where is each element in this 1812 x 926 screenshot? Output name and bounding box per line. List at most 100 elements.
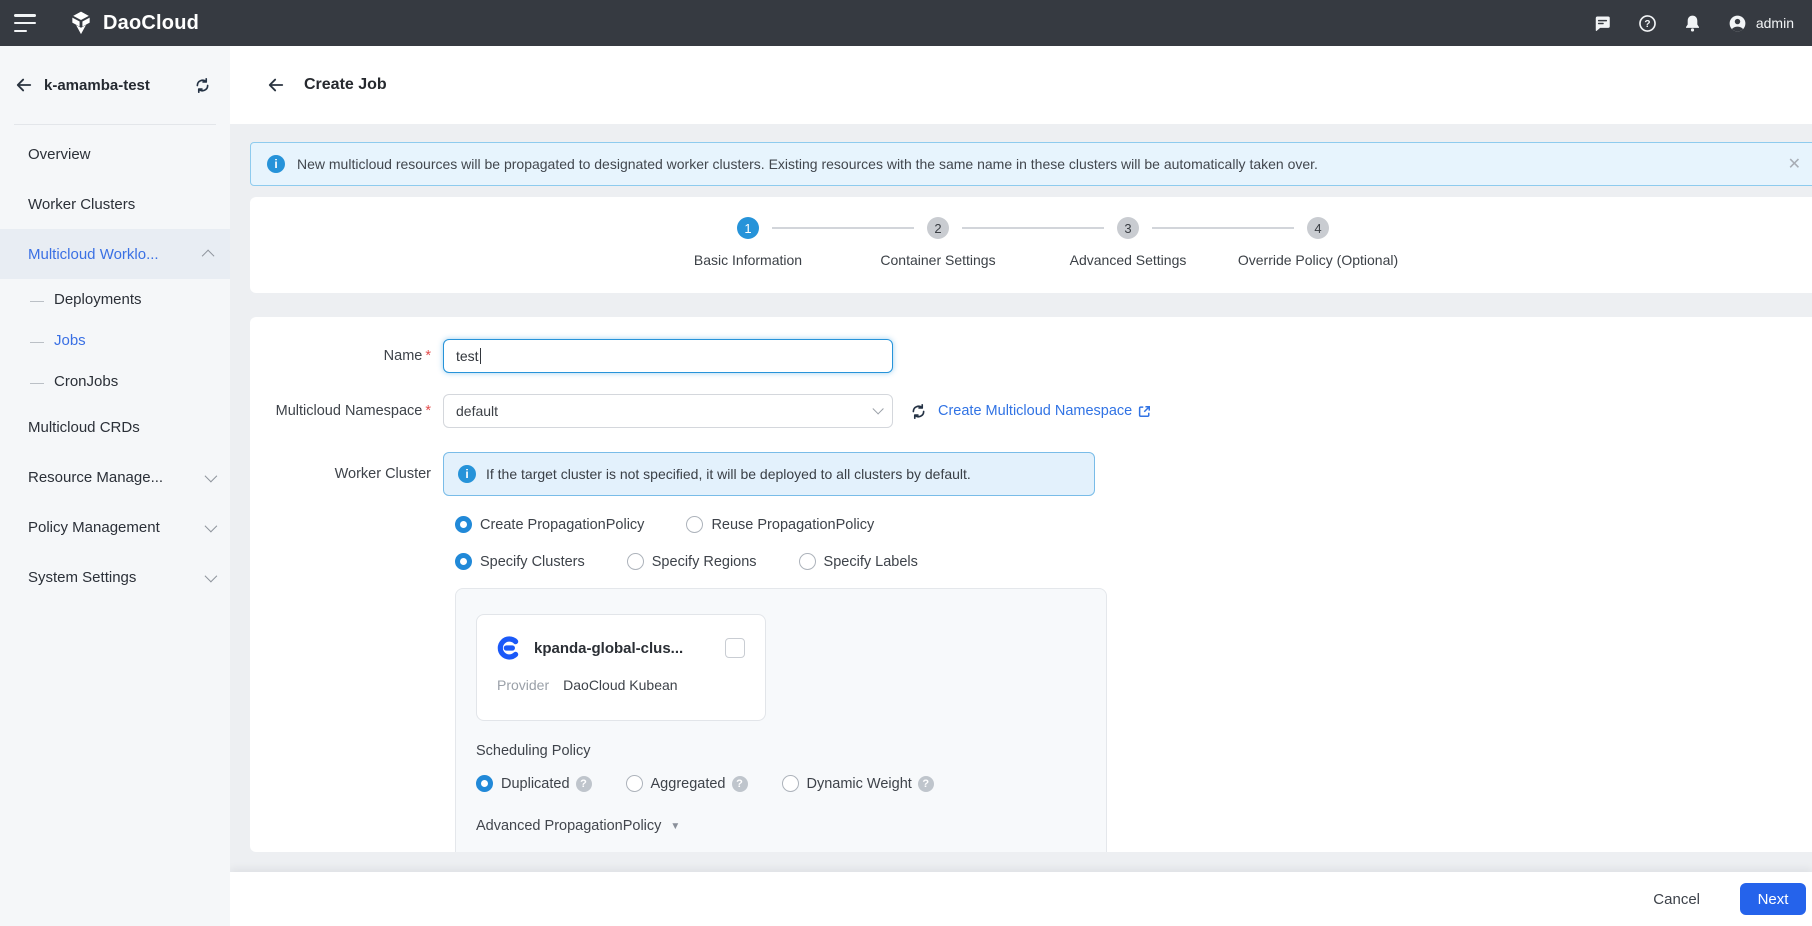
user-menu[interactable]: admin — [1727, 13, 1794, 34]
dash-icon: — — [30, 292, 44, 308]
worker-cluster-row: Worker Cluster i If the target cluster i… — [250, 452, 1812, 496]
sidebar-item-label: Overview — [28, 146, 91, 163]
step-container-settings: 2 Container Settings — [843, 217, 1033, 268]
scheduling-policy-label: Scheduling Policy — [476, 743, 1086, 759]
sidebar-item-resource-management[interactable]: Resource Manage... — [0, 452, 230, 502]
sidebar-item-cronjobs[interactable]: — CronJobs — [0, 361, 230, 402]
provider-value: DaoCloud Kubean — [563, 677, 677, 693]
sidebar-item-label: System Settings — [28, 569, 136, 586]
sidebar-item-jobs[interactable]: —Jobs — [0, 320, 230, 361]
advanced-propagationpolicy-toggle[interactable]: Advanced PropagationPolicy ▼ — [476, 818, 1086, 834]
option-dynamic-weight[interactable]: Dynamic Weight ? — [782, 775, 934, 792]
help-circle-icon[interactable]: ? — [732, 776, 748, 792]
stepper: 1 Basic Information 2 Container Settings… — [250, 197, 1812, 293]
radio-label: Specify Clusters — [480, 554, 585, 570]
step-number: 2 — [927, 217, 949, 239]
main-area: Create Job i New multicloud resources wi… — [230, 46, 1812, 926]
sidebar-item-label: Deployments — [54, 291, 142, 308]
radio-icon[interactable] — [782, 775, 799, 792]
back-icon[interactable] — [266, 75, 286, 95]
radio-selected-icon[interactable] — [476, 775, 493, 792]
option-specify-clusters[interactable]: Specify Clusters — [455, 553, 585, 570]
option-specify-labels[interactable]: Specify Labels — [799, 553, 918, 570]
chevron-down-icon — [205, 469, 218, 482]
hint-text: If the target cluster is not specified, … — [486, 466, 971, 482]
page-title: Create Job — [304, 76, 387, 94]
content: i New multicloud resources will be propa… — [230, 142, 1812, 852]
avatar-icon — [1727, 13, 1748, 34]
step-number: 4 — [1307, 217, 1329, 239]
sidebar-item-label: Resource Manage... — [28, 469, 163, 486]
radio-icon[interactable] — [627, 553, 644, 570]
help-circle-icon[interactable]: ? — [918, 776, 934, 792]
help-circle-icon[interactable]: ? — [576, 776, 592, 792]
refresh-icon[interactable] — [909, 402, 928, 421]
radio-icon[interactable] — [686, 516, 703, 533]
info-icon: i — [458, 465, 476, 483]
cluster-checkbox[interactable] — [725, 638, 745, 658]
back-icon[interactable] — [14, 75, 34, 95]
sidebar-item-label: Multicloud CRDs — [28, 419, 140, 436]
external-link-icon — [1137, 404, 1152, 419]
current-cluster-name: k-amamba-test — [44, 77, 193, 94]
radio-label: Specify Labels — [824, 554, 918, 570]
sidebar-item-system-settings[interactable]: System Settings — [0, 552, 230, 602]
sidebar-item-multicloud-workloads[interactable]: Multicloud Worklo... — [0, 229, 230, 279]
provider-label: Provider — [497, 677, 549, 693]
info-banner: i New multicloud resources will be propa… — [250, 142, 1812, 186]
step-basic-information: 1 Basic Information — [653, 217, 843, 268]
text-caret — [480, 348, 482, 364]
radio-selected-icon[interactable] — [455, 516, 472, 533]
close-icon[interactable]: ✕ — [1776, 154, 1801, 174]
option-duplicated[interactable]: Duplicated ? — [476, 775, 592, 792]
create-namespace-link[interactable]: Create Multicloud Namespace — [938, 403, 1152, 419]
sidebar-item-overview[interactable]: Overview — [0, 129, 230, 179]
bell-icon[interactable] — [1682, 13, 1703, 34]
option-reuse-propagationpolicy[interactable]: Reuse PropagationPolicy — [686, 516, 874, 533]
advanced-label: Advanced PropagationPolicy — [476, 818, 661, 834]
sidebar: k-amamba-test Overview Worker Clusters M… — [0, 46, 230, 926]
radio-label: Dynamic Weight — [807, 776, 912, 792]
sidebar-item-worker-clusters[interactable]: Worker Clusters — [0, 179, 230, 229]
chevron-down-icon — [205, 519, 218, 532]
banner-text: New multicloud resources will be propaga… — [297, 156, 1318, 172]
radio-selected-icon[interactable] — [455, 553, 472, 570]
help-icon[interactable]: ? — [1637, 13, 1658, 34]
svg-text:?: ? — [1644, 19, 1650, 30]
radio-icon[interactable] — [626, 775, 643, 792]
namespace-label: Multicloud Namespace* — [250, 403, 443, 419]
radio-label: Aggregated — [651, 776, 726, 792]
cluster-selection-panel: kpanda-global-clus... Provider DaoCloud … — [455, 588, 1107, 852]
name-input[interactable]: test — [443, 339, 893, 373]
sidebar-item-label: CronJobs — [54, 373, 118, 390]
name-input-value: test — [456, 348, 479, 364]
step-label: Override Policy (Optional) — [1238, 252, 1398, 268]
chevron-up-icon — [202, 249, 215, 262]
sidebar-item-policy-management[interactable]: Policy Management — [0, 502, 230, 552]
sidebar-item-label: Multicloud Worklo... — [28, 246, 159, 263]
radio-icon[interactable] — [799, 553, 816, 570]
chat-icon[interactable] — [1592, 13, 1613, 34]
cluster-logo-icon — [497, 635, 523, 661]
cluster-name: kpanda-global-clus... — [534, 640, 725, 657]
dash-icon: — — [30, 374, 44, 390]
namespace-select[interactable]: default — [443, 394, 893, 428]
sidebar-item-deployments[interactable]: — Deployments — [0, 279, 230, 320]
radio-label: Reuse PropagationPolicy — [711, 517, 874, 533]
option-create-propagationpolicy[interactable]: Create PropagationPolicy — [455, 516, 644, 533]
cluster-card[interactable]: kpanda-global-clus... Provider DaoCloud … — [476, 614, 766, 721]
scheduling-policy-options: Duplicated ? Aggregated ? Dynamic Weight — [476, 775, 1086, 792]
cluster-mode-options: Specify Clusters Specify Regions Specify… — [455, 553, 1812, 570]
option-specify-regions[interactable]: Specify Regions — [627, 553, 757, 570]
option-aggregated[interactable]: Aggregated ? — [626, 775, 748, 792]
name-row: Name* test — [250, 339, 1812, 373]
required-asterisk: * — [425, 348, 431, 364]
sidebar-item-multicloud-crds[interactable]: Multicloud CRDs — [0, 402, 230, 452]
cancel-button[interactable]: Cancel — [1643, 885, 1710, 914]
next-button[interactable]: Next — [1740, 883, 1806, 915]
required-asterisk: * — [425, 403, 431, 419]
hamburger-icon[interactable] — [14, 14, 38, 32]
sidebar-menu: Overview Worker Clusters Multicloud Work… — [0, 125, 230, 602]
switch-cluster-icon[interactable] — [193, 76, 212, 95]
chevron-down-icon — [205, 569, 218, 582]
